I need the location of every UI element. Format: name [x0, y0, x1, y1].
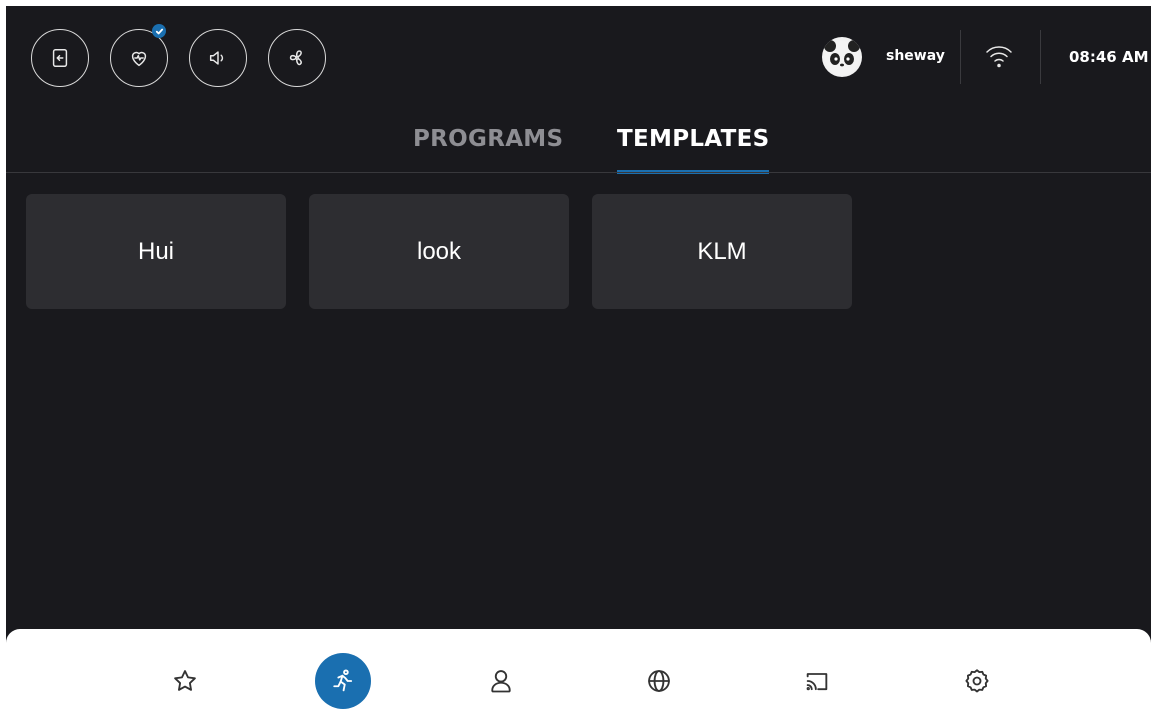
- app-screen: sheway 08:46 AM PROGRAMS TEMPLATES Hui l…: [6, 6, 1151, 725]
- template-card[interactable]: KLM: [592, 194, 852, 309]
- exit-icon: [52, 49, 68, 67]
- panda-avatar-icon: [824, 40, 860, 75]
- cast-icon: [806, 673, 828, 691]
- top-bar: sheway 08:46 AM: [6, 6, 1151, 106]
- tab-label: TEMPLATES: [617, 126, 770, 152]
- fan-icon: [289, 50, 302, 66]
- nav-cast[interactable]: [789, 653, 845, 709]
- template-card[interactable]: look: [309, 194, 569, 309]
- clock: 08:46 AM: [1069, 48, 1149, 66]
- nav-settings[interactable]: [949, 653, 1005, 709]
- nav-profile[interactable]: [473, 653, 529, 709]
- exit-button[interactable]: [31, 29, 89, 87]
- bottom-nav: [6, 629, 1151, 725]
- heart-rate-icon: [131, 51, 147, 67]
- fan-button[interactable]: [268, 29, 326, 87]
- tab-label: PROGRAMS: [413, 126, 564, 152]
- tab-templates[interactable]: TEMPLATES: [617, 126, 770, 174]
- divider: [1040, 30, 1041, 84]
- speaker-button[interactable]: [189, 29, 247, 87]
- username: sheway: [886, 48, 945, 64]
- divider: [960, 30, 961, 84]
- running-icon: [333, 669, 353, 692]
- user-icon: [491, 670, 511, 693]
- tab-bar: PROGRAMS TEMPLATES: [6, 118, 1151, 174]
- speaker-icon: [209, 51, 224, 65]
- wifi-status[interactable]: [984, 42, 1014, 70]
- connected-badge: [152, 24, 166, 38]
- nav-workout[interactable]: [315, 653, 371, 709]
- template-name: Hui: [137, 237, 174, 265]
- star-icon: [174, 670, 196, 691]
- wifi-icon: [986, 46, 1012, 68]
- heart-rate-button[interactable]: [110, 24, 168, 87]
- tabs-divider: [6, 172, 1151, 173]
- nav-favorites[interactable]: [157, 653, 213, 709]
- check-icon: [155, 28, 163, 34]
- globe-icon: [648, 670, 670, 692]
- template-name: KLM: [697, 237, 747, 265]
- tab-programs[interactable]: PROGRAMS: [413, 126, 563, 174]
- nav-browser[interactable]: [631, 653, 687, 709]
- avatar[interactable]: [822, 37, 862, 77]
- template-name: look: [416, 237, 462, 265]
- template-card[interactable]: Hui: [26, 194, 286, 309]
- settings-icon: [965, 669, 989, 693]
